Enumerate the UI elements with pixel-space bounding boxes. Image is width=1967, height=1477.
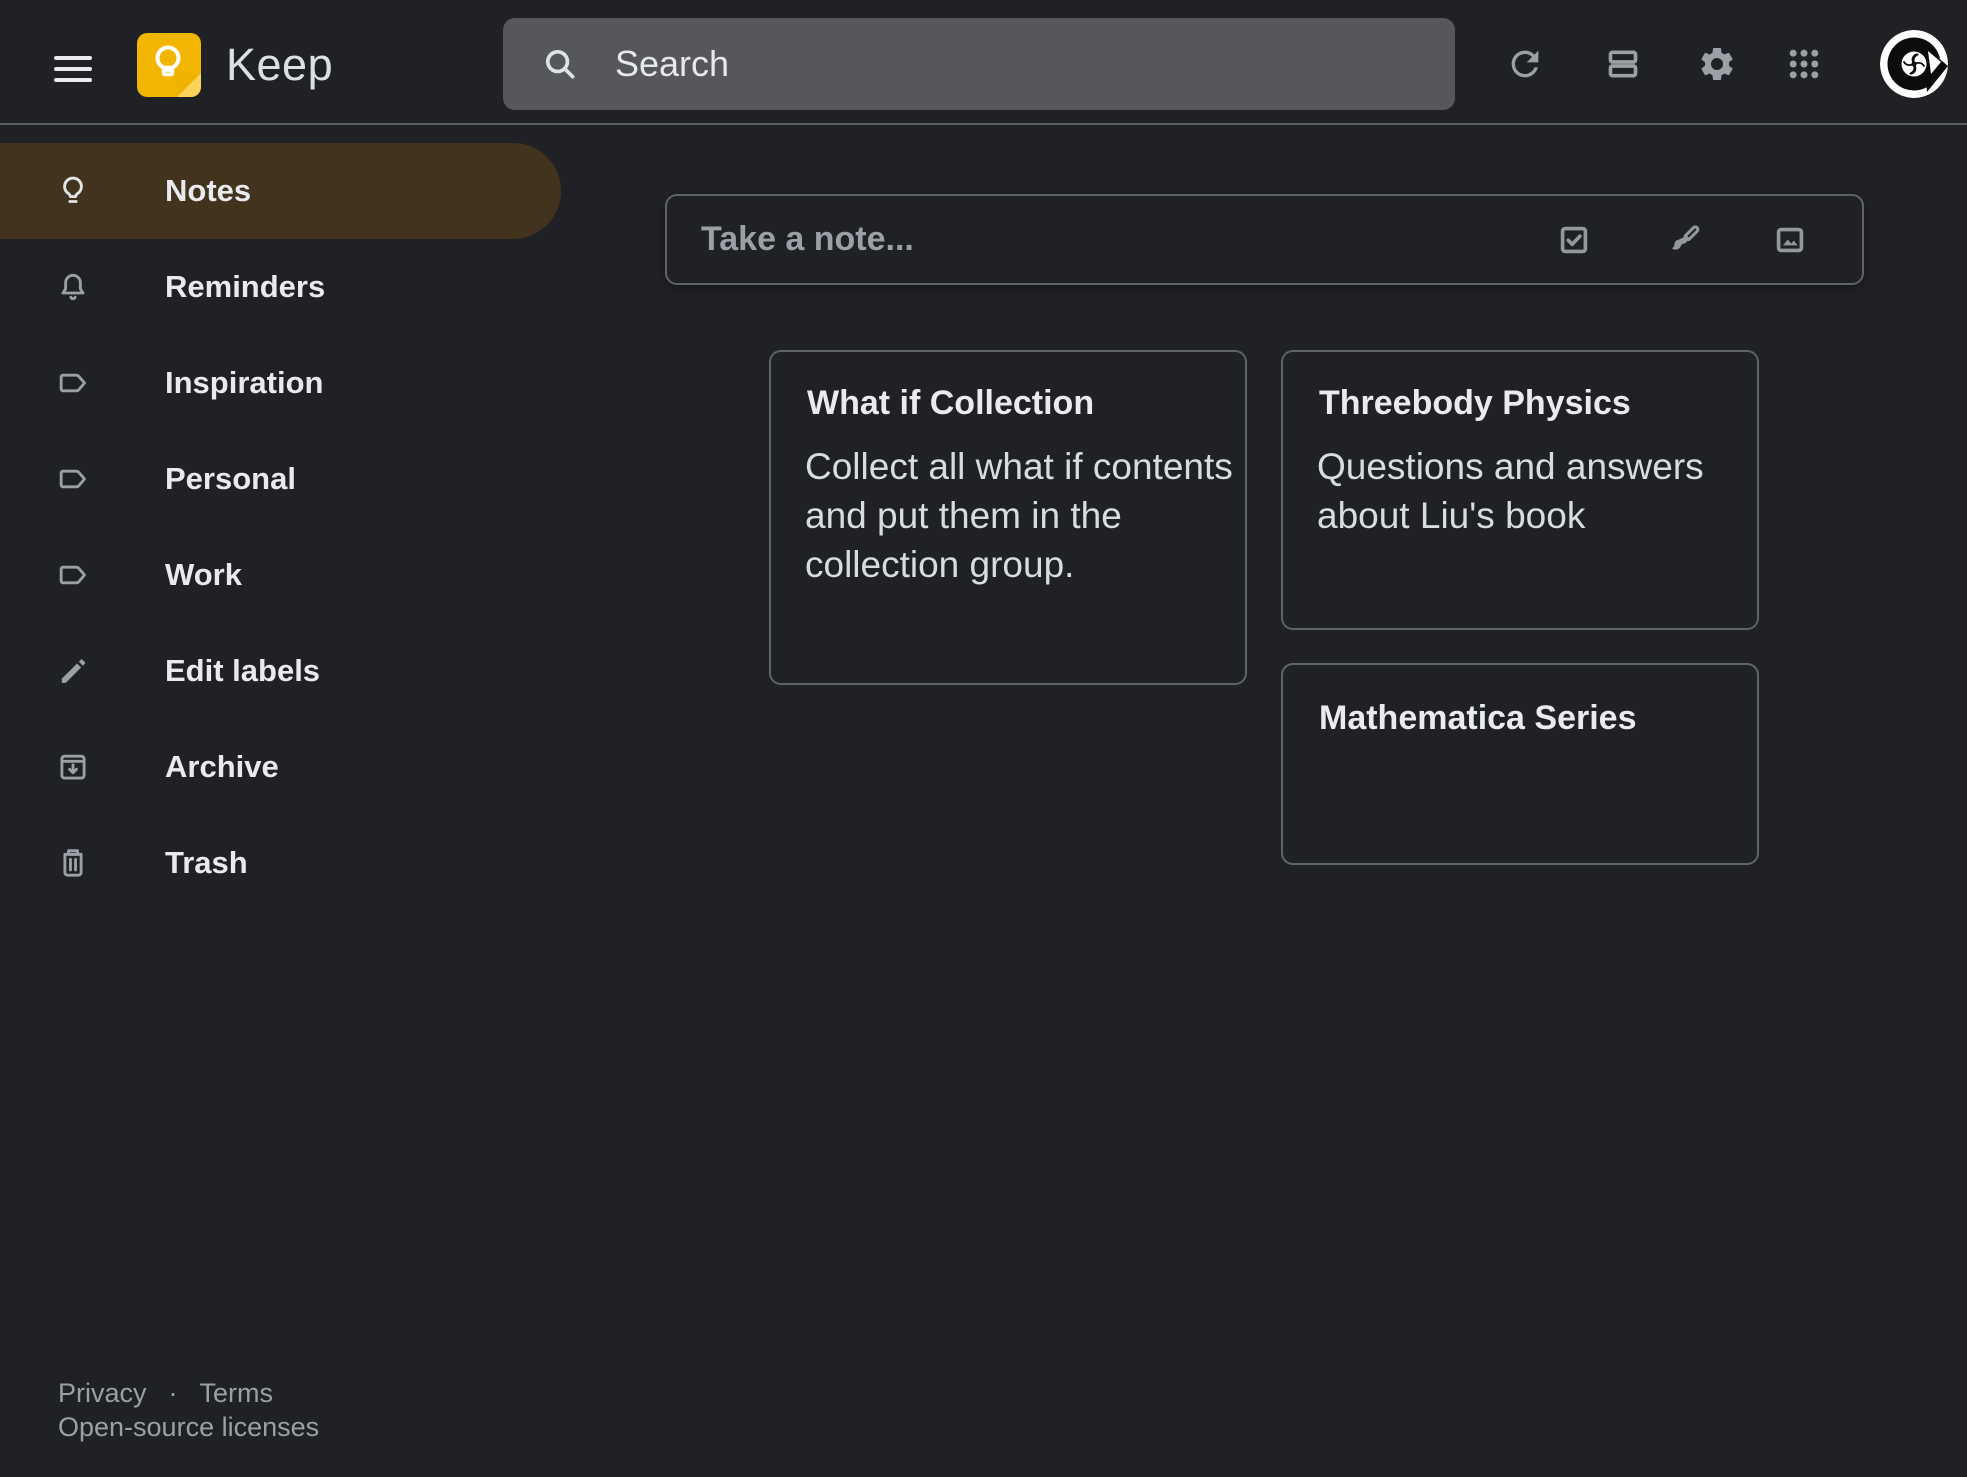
note-body: Questions and answers about Liu's book	[1317, 442, 1759, 540]
note-title: Mathematica Series	[1319, 697, 1757, 739]
take-a-note-placeholder: Take a note...	[701, 220, 1555, 259]
refresh-icon[interactable]	[1505, 44, 1545, 84]
sidebar-item-label: Notes	[165, 173, 251, 209]
search-input[interactable]: Search	[503, 18, 1455, 110]
open-source-licenses-link[interactable]: Open-source licenses	[58, 1410, 319, 1444]
sidebar-item-label: Inspiration	[165, 365, 323, 401]
label-icon	[55, 557, 91, 593]
note-title: Threebody Physics	[1319, 382, 1757, 424]
footer: Privacy · Terms Open-source licenses	[58, 1376, 319, 1444]
sidebar-item-edit-labels[interactable]: Edit labels	[0, 623, 561, 719]
account-avatar[interactable]	[1879, 29, 1949, 99]
sidebar-item-inspiration[interactable]: Inspiration	[0, 335, 561, 431]
archive-icon	[55, 749, 91, 785]
new-image-icon[interactable]	[1771, 221, 1809, 259]
new-list-checkbox-icon[interactable]	[1555, 221, 1593, 259]
take-a-note-input[interactable]: Take a note...	[665, 194, 1864, 285]
note-body: Collect all what if contents and put the…	[805, 442, 1247, 589]
note-card[interactable]: What if Collection Collect all what if c…	[769, 350, 1247, 685]
label-icon	[55, 365, 91, 401]
note-card[interactable]: Mathematica Series	[1281, 663, 1759, 865]
footer-separator: ·	[169, 1376, 178, 1410]
app-title: Keep	[226, 40, 333, 90]
top-app-bar: Keep Search	[0, 0, 1967, 125]
sidebar-item-label: Reminders	[165, 269, 325, 305]
sidebar-item-archive[interactable]: Archive	[0, 719, 561, 815]
gear-icon[interactable]	[1697, 44, 1737, 84]
search-icon	[541, 45, 579, 83]
pencil-icon	[55, 653, 91, 689]
label-icon	[55, 461, 91, 497]
sidebar-item-notes[interactable]: Notes	[0, 143, 561, 239]
sidebar-item-label: Archive	[165, 749, 279, 785]
bell-icon	[55, 269, 91, 305]
trash-icon	[55, 845, 91, 881]
sidebar-nav: Notes Reminders Inspiration Personal	[0, 127, 561, 911]
new-drawing-brush-icon[interactable]	[1664, 221, 1702, 259]
sidebar-item-label: Personal	[165, 461, 296, 497]
keep-logo-icon[interactable]	[137, 33, 201, 97]
terms-link[interactable]: Terms	[200, 1376, 274, 1410]
sidebar-item-label: Edit labels	[165, 653, 320, 689]
sidebar-item-label: Work	[165, 557, 242, 593]
note-card[interactable]: Threebody Physics Questions and answers …	[1281, 350, 1759, 630]
note-title: What if Collection	[807, 382, 1245, 424]
google-apps-grid-icon[interactable]	[1784, 44, 1824, 84]
sidebar-item-reminders[interactable]: Reminders	[0, 239, 561, 335]
list-view-icon[interactable]	[1603, 44, 1643, 84]
sidebar-item-personal[interactable]: Personal	[0, 431, 561, 527]
search-placeholder: Search	[615, 43, 729, 85]
privacy-link[interactable]: Privacy	[58, 1376, 147, 1410]
lightbulb-icon	[55, 173, 91, 209]
sidebar-item-label: Trash	[165, 845, 248, 881]
main-menu-icon[interactable]	[54, 56, 92, 82]
sidebar-item-work[interactable]: Work	[0, 527, 561, 623]
sidebar-item-trash[interactable]: Trash	[0, 815, 561, 911]
